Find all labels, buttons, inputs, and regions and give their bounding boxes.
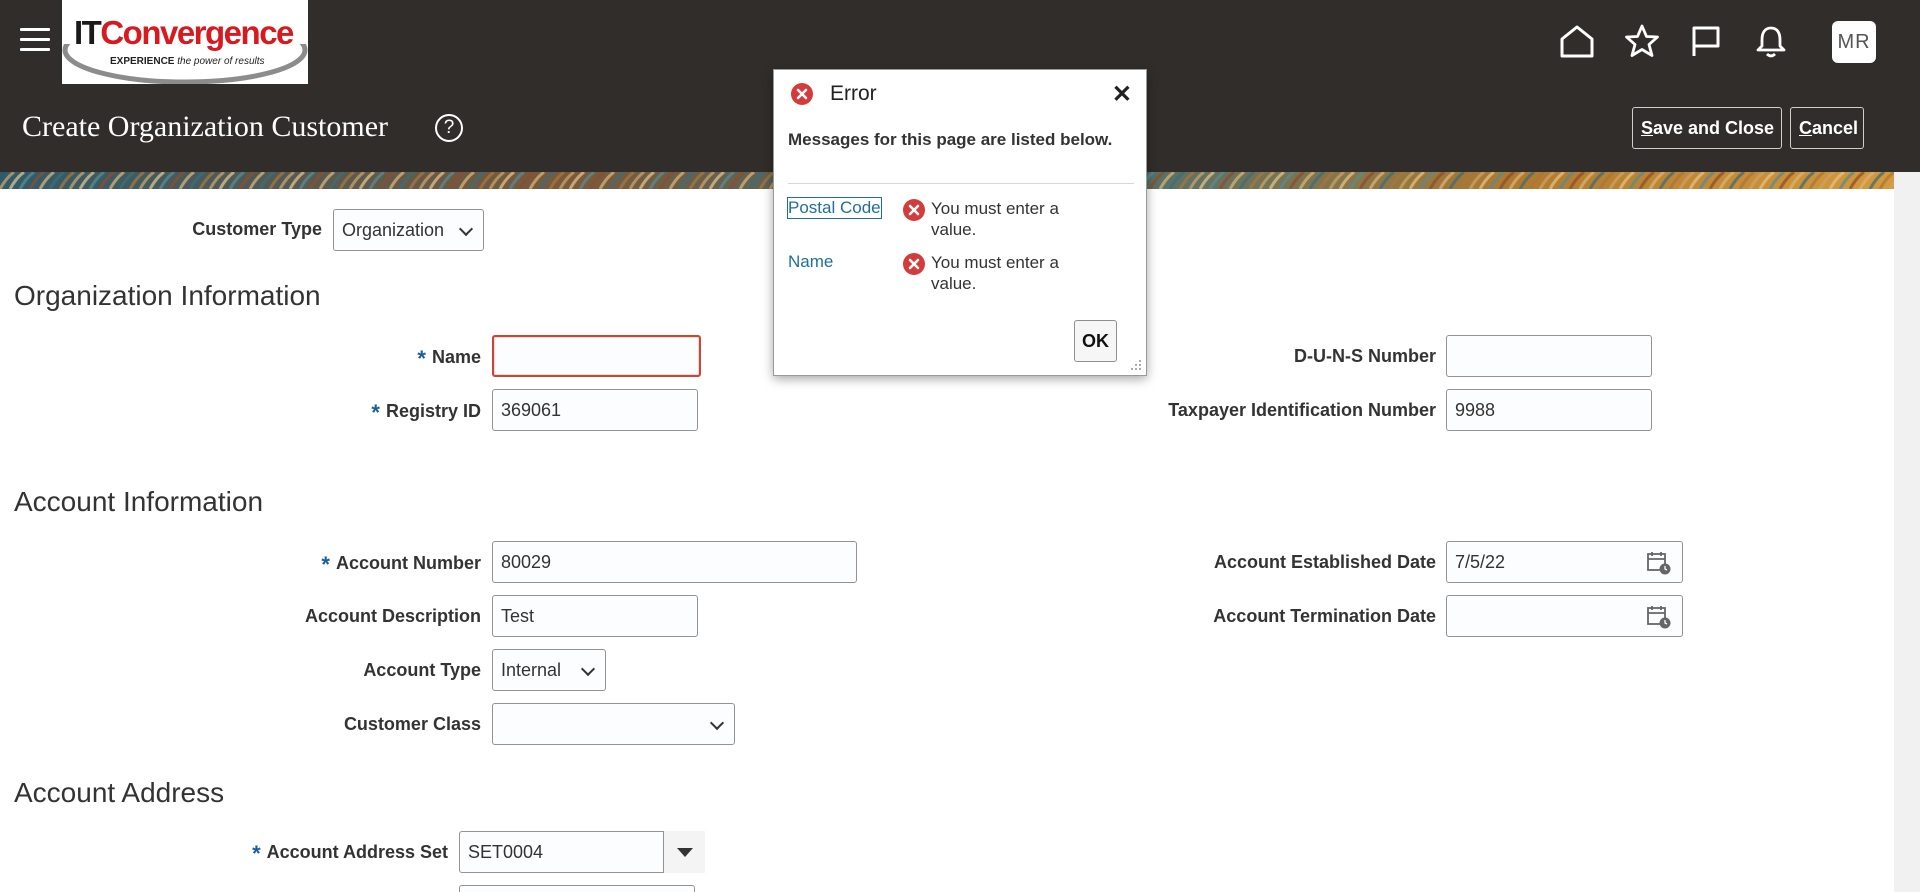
account-established-date-input[interactable]: 7/5/22 xyxy=(1446,541,1683,583)
account-type-select[interactable]: Internal xyxy=(492,649,606,691)
name-input[interactable] xyxy=(492,335,701,377)
duns-number-input[interactable] xyxy=(1446,335,1652,377)
watchlist-flag-icon[interactable] xyxy=(1684,18,1728,64)
dialog-title: Error xyxy=(830,82,877,105)
account-address-set-value: SET0004 xyxy=(468,842,544,862)
account-information-heading: Account Information xyxy=(14,486,264,517)
calendar-icon[interactable] xyxy=(1646,550,1672,576)
calendar-icon[interactable] xyxy=(1646,604,1672,630)
navigator-menu-icon[interactable] xyxy=(20,28,50,54)
logo-tagline: EXPERIENCE the power of results xyxy=(110,56,265,67)
error-icon xyxy=(903,199,925,221)
dialog-divider xyxy=(788,183,1134,184)
logo-wordmark: ITConvergence xyxy=(74,14,294,51)
account-address-heading: Account Address xyxy=(14,777,225,808)
message-text: You must enter a value. xyxy=(931,199,1059,239)
page-scroll-gutter xyxy=(1894,172,1920,892)
close-icon[interactable]: ✕ xyxy=(1112,80,1132,109)
organization-information-heading: Organization Information xyxy=(14,280,321,311)
dropdown-arrow-icon[interactable] xyxy=(663,831,705,873)
account-description-input[interactable]: Test xyxy=(492,595,698,637)
account-termination-date-input[interactable] xyxy=(1446,595,1683,637)
account-address-set-label: * Account Address Set xyxy=(252,841,448,866)
registry-id-input[interactable]: 369061 xyxy=(492,389,698,431)
favorites-star-icon[interactable] xyxy=(1620,18,1664,64)
customer-class-select[interactable] xyxy=(492,703,735,745)
account-established-date-value: 7/5/22 xyxy=(1455,552,1506,572)
customer-type-value: Organization xyxy=(342,220,445,240)
account-description-label: Account Description xyxy=(304,606,481,626)
name-label: * Name xyxy=(417,346,481,371)
account-address-set-combobox[interactable]: SET0004 xyxy=(459,831,705,873)
company-logo[interactable]: ITConvergence EXPERIENCE the power of re… xyxy=(62,0,308,84)
notifications-bell-icon[interactable] xyxy=(1749,18,1793,64)
home-icon[interactable] xyxy=(1555,18,1599,64)
account-termination-date-label: Account Termination Date xyxy=(1213,606,1436,626)
save-and-close-button[interactable]: Save and Close xyxy=(1632,107,1782,149)
cancel-button[interactable]: Cancel xyxy=(1790,107,1864,149)
message-field-link-postal-code[interactable]: Postal Code xyxy=(787,197,882,219)
account-established-date-label: Account Established Date xyxy=(1213,552,1436,572)
customer-class-label: Customer Class xyxy=(343,714,481,734)
ok-button[interactable]: OK xyxy=(1074,320,1117,362)
account-type-value: Internal xyxy=(501,660,562,680)
resize-grip-icon[interactable] xyxy=(1128,357,1142,371)
account-type-label: Account Type xyxy=(363,660,481,680)
next-field-input-partial[interactable] xyxy=(459,885,695,892)
help-icon[interactable]: ? xyxy=(435,114,463,142)
taxpayer-id-input[interactable]: 9988 xyxy=(1446,389,1652,431)
registry-id-label: * Registry ID xyxy=(371,400,481,425)
taxpayer-id-label: Taxpayer Identification Number xyxy=(1168,400,1436,420)
account-number-input[interactable]: 80029 xyxy=(492,541,857,583)
customer-type-select[interactable]: Organization xyxy=(333,209,484,251)
customer-type-label: Customer Type xyxy=(192,219,322,239)
error-icon xyxy=(791,83,813,105)
message-text: You must enter a value. xyxy=(931,253,1059,293)
error-dialog: Error ✕ Messages for this page are liste… xyxy=(773,69,1147,376)
dialog-message-header: Messages for this page are listed below. xyxy=(788,130,1113,149)
error-icon xyxy=(903,253,925,275)
account-number-label: * Account Number xyxy=(321,552,481,577)
message-field-link-name[interactable]: Name xyxy=(788,252,833,272)
page-title: Create Organization Customer xyxy=(22,110,389,143)
duns-number-label: D-U-N-S Number xyxy=(1294,346,1436,366)
user-avatar[interactable]: MR xyxy=(1832,21,1876,63)
